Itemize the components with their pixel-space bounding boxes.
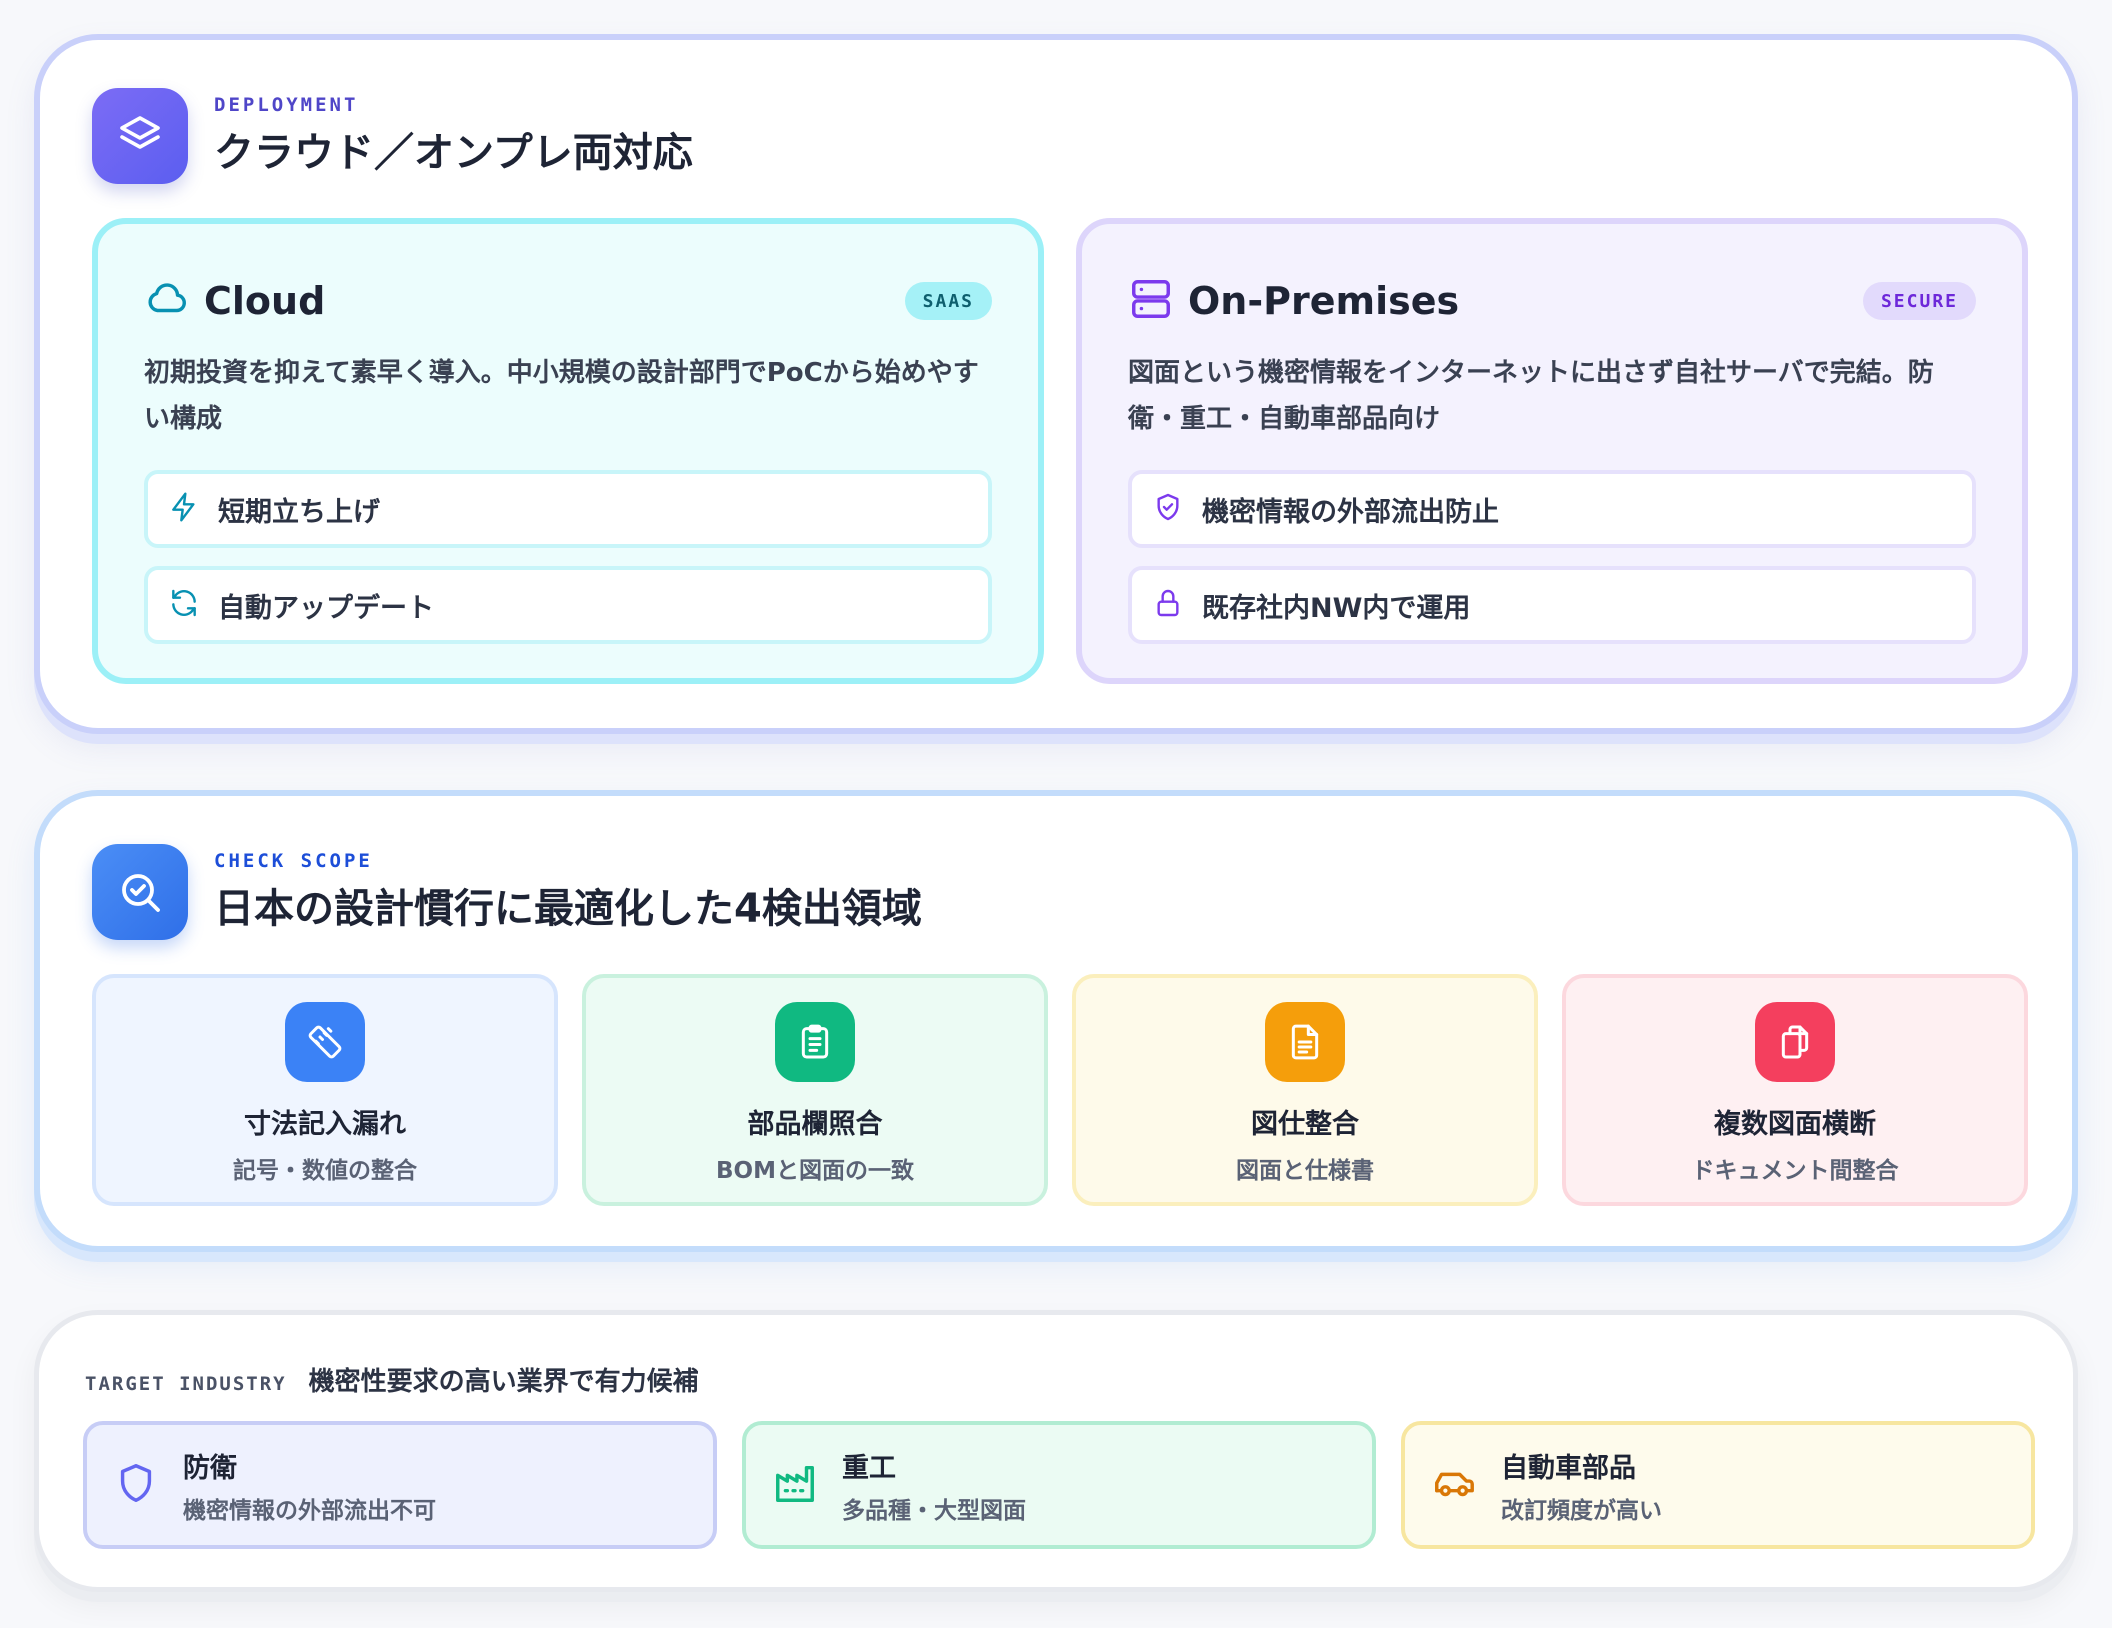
feature-auto-update: 自動アップデート bbox=[144, 566, 992, 644]
feature-internal-network: 既存社内NW内で運用 bbox=[1128, 566, 1976, 644]
factory-icon bbox=[772, 1460, 818, 1510]
industry-title: 防衛 bbox=[183, 1452, 237, 1484]
scope-card-spec: 図仕整合 図面と仕様書 bbox=[1072, 974, 1538, 1206]
shield-check-icon bbox=[1152, 491, 1184, 527]
industry-title: 重工 bbox=[842, 1452, 896, 1484]
scope-subtitle: ドキュメント間整合 bbox=[1691, 1158, 1899, 1184]
check-scope-header: CHECK SCOPE 日本の設計慣行に最適化した4検出領域 bbox=[92, 844, 922, 940]
industry-card-heavy: 重工 多品種・大型図面 bbox=[742, 1421, 1376, 1549]
cloud-title: Cloud bbox=[204, 279, 326, 323]
feature-quick-launch: 短期立ち上げ bbox=[144, 470, 992, 548]
feature-label: 短期立ち上げ bbox=[218, 496, 380, 528]
target-industry-title: 機密性要求の高い業界で有力候補 bbox=[308, 1367, 699, 1397]
industry-title: 自動車部品 bbox=[1501, 1452, 1636, 1484]
refresh-icon bbox=[168, 587, 200, 623]
deployment-title: クラウド／オンプレ両対応 bbox=[214, 130, 693, 176]
lock-icon bbox=[1152, 587, 1184, 623]
shield-icon bbox=[113, 1460, 159, 1510]
secure-badge: SECURE bbox=[1862, 282, 1976, 320]
saas-badge: SAAS bbox=[904, 282, 992, 320]
cloud-card: Cloud SAAS 初期投資を抑えて素早く導入。中小規模の設計部門でPoCから… bbox=[92, 218, 1044, 684]
check-scope-title: 日本の設計慣行に最適化した4検出領域 bbox=[214, 886, 922, 932]
lightning-icon bbox=[168, 491, 200, 527]
scope-subtitle: BOMと図面の一致 bbox=[716, 1158, 914, 1184]
car-icon bbox=[1431, 1460, 1477, 1510]
scope-card-cross: 複数図面横断 ドキュメント間整合 bbox=[1562, 974, 2028, 1206]
scope-card-parts: 部品欄照合 BOMと図面の一致 bbox=[582, 974, 1048, 1206]
onprem-description: 図面という機密情報をインターネットに出さず自社サーバで完結。防衛・重工・自動車部… bbox=[1128, 358, 1934, 434]
search-check-icon bbox=[92, 844, 188, 940]
feature-label: 機密情報の外部流出防止 bbox=[1202, 496, 1499, 528]
scope-title: 部品欄照合 bbox=[747, 1109, 883, 1140]
scope-title: 図仕整合 bbox=[1251, 1109, 1359, 1140]
scope-title: 複数図面横断 bbox=[1714, 1109, 1876, 1140]
feature-label: 自動アップデート bbox=[218, 592, 434, 624]
scope-subtitle: 図面と仕様書 bbox=[1236, 1158, 1374, 1184]
clipboard-icon bbox=[775, 1002, 855, 1082]
onprem-title: On-Premises bbox=[1188, 279, 1460, 323]
industry-card-defense: 防衛 機密情報の外部流出不可 bbox=[83, 1421, 717, 1549]
target-industry-eyebrow: TARGET INDUSTRY bbox=[85, 1373, 287, 1395]
ruler-icon bbox=[285, 1002, 365, 1082]
deployment-header: DEPLOYMENT クラウド／オンプレ両対応 bbox=[92, 88, 693, 184]
check-scope-section: CHECK SCOPE 日本の設計慣行に最適化した4検出領域 寸法記入漏れ 記号… bbox=[34, 790, 2078, 1252]
feature-leak-prevention: 機密情報の外部流出防止 bbox=[1128, 470, 1976, 548]
cloud-icon bbox=[144, 276, 190, 326]
scope-title: 寸法記入漏れ bbox=[244, 1109, 406, 1140]
industry-subtitle: 機密情報の外部流出不可 bbox=[183, 1497, 436, 1524]
industry-card-auto: 自動車部品 改訂頻度が高い bbox=[1401, 1421, 2035, 1549]
deployment-section: DEPLOYMENT クラウド／オンプレ両対応 Cloud SAAS 初期投資を… bbox=[34, 34, 2078, 734]
cloud-description: 初期投資を抑えて素早く導入。中小規模の設計部門でPoCから始めやすい構成 bbox=[144, 358, 979, 434]
onprem-card: On-Premises SECURE 図面という機密情報をインターネットに出さず… bbox=[1076, 218, 2028, 684]
scope-subtitle: 記号・数値の整合 bbox=[233, 1158, 417, 1184]
industry-subtitle: 改訂頻度が高い bbox=[1501, 1497, 1662, 1524]
scope-card-dimension: 寸法記入漏れ 記号・数値の整合 bbox=[92, 974, 558, 1206]
deployment-eyebrow: DEPLOYMENT bbox=[214, 94, 359, 116]
industry-subtitle: 多品種・大型図面 bbox=[842, 1497, 1026, 1524]
check-scope-eyebrow: CHECK SCOPE bbox=[214, 850, 373, 872]
feature-label: 既存社内NW内で運用 bbox=[1202, 592, 1471, 624]
target-industry-section: TARGET INDUSTRY 機密性要求の高い業界で有力候補 防衛 機密情報の… bbox=[34, 1310, 2078, 1592]
document-icon bbox=[1265, 1002, 1345, 1082]
server-icon bbox=[1128, 276, 1174, 326]
layers-icon bbox=[92, 88, 188, 184]
target-industry-header: TARGET INDUSTRY 機密性要求の高い業界で有力候補 bbox=[85, 1361, 699, 1398]
copy-icon bbox=[1755, 1002, 1835, 1082]
